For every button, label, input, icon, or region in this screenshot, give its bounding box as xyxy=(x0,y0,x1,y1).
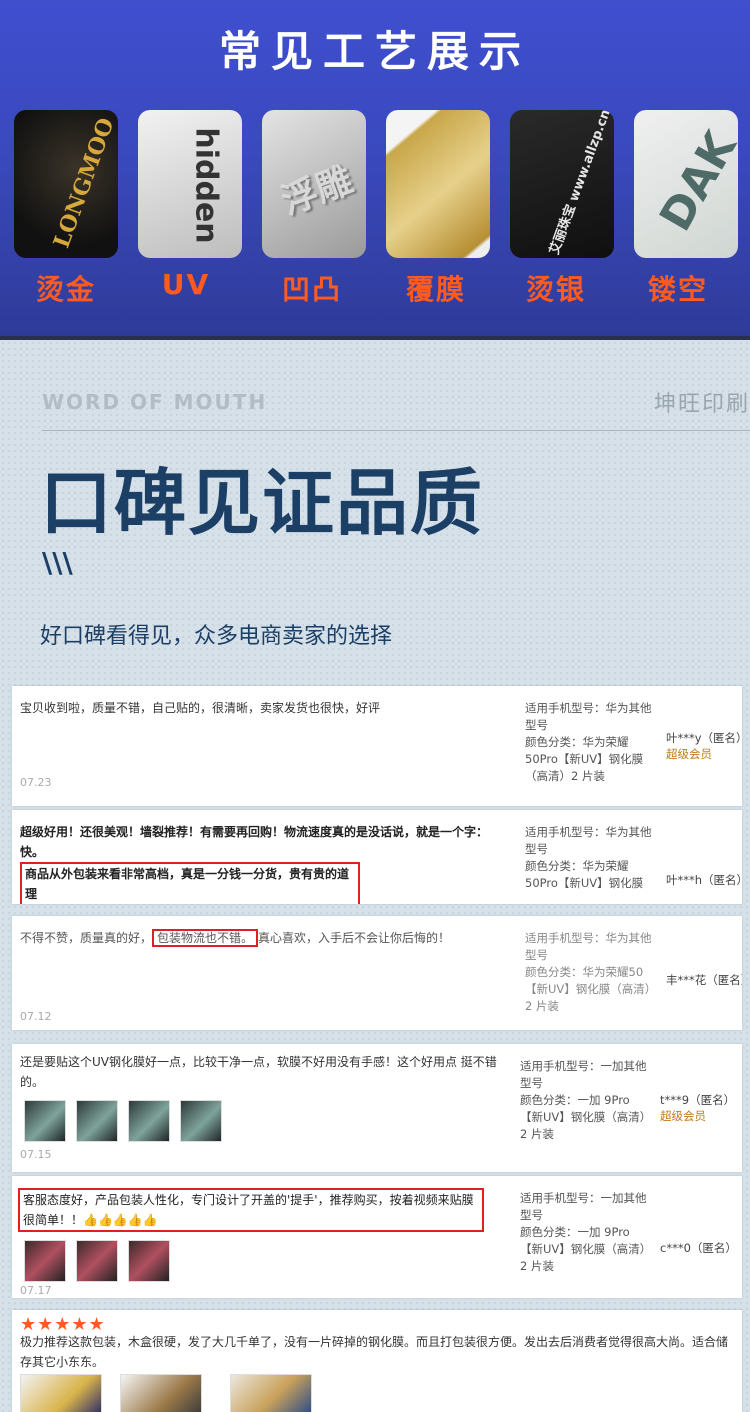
review-text: 极力推荐这款包装，木盒很硬，发了大几千单了，没有一片碎掉的钢化膜。而且打包装很方… xyxy=(20,1335,729,1369)
review-photo[interactable] xyxy=(24,1240,66,1282)
review-text-line: 超级好用！还很美观！墙裂推荐！有需要再回购！物流速度真的是没话说，就是一个字：快… xyxy=(20,825,489,859)
divider xyxy=(42,430,750,431)
review-user: 丰***花（匿名） xyxy=(666,973,742,987)
review-photo[interactable] xyxy=(76,1240,118,1282)
review-date: 07.17 xyxy=(20,1284,52,1297)
banner-title: 常见工艺展示 xyxy=(218,27,531,76)
brand-name: 坤旺印刷 xyxy=(653,392,750,417)
review-card: 客服态度好，产品包装人性化，专门设计了开盖的'提手'，推荐购买，按着视频来贴膜很… xyxy=(12,1176,742,1298)
craft-label-silver: 烫银 xyxy=(525,273,586,306)
review-card: ★★★★★ 极力推荐这款包装，木盒很硬，发了大几千单了，没有一片碎掉的钢化膜。而… xyxy=(12,1310,742,1412)
review-spec: 适用手机型号：一加其他型号 颜色分类：一加 9Pro【新UV】钢化膜（高清）2 … xyxy=(520,1059,647,1141)
craft-image-gold: LONGMOO xyxy=(14,110,118,258)
craft-image-emboss: 浮雕 xyxy=(262,110,366,258)
review-text-part: 真心喜欢，入手后不会让你后悔的！ xyxy=(258,931,451,945)
review-photo[interactable] xyxy=(128,1240,170,1282)
section-heading: 口碑见证品质 xyxy=(40,461,485,545)
review-photo[interactable] xyxy=(128,1100,170,1142)
review-date: 07.23 xyxy=(20,776,52,789)
review-photo[interactable] xyxy=(120,1374,202,1412)
decorative-slashes: \\\ xyxy=(42,546,73,579)
review-user: t***9（匿名） xyxy=(660,1093,736,1107)
review-text: 不得不赞，质量真的好， 包装物流也不错。 真心喜欢，入手后不会让你后悔的！ xyxy=(20,928,500,948)
review-text: 还是要贴这个UV钢化膜好一点，比较干净一点，软膜不好用没有手感！这个好用点 挺不… xyxy=(20,1055,497,1089)
review-photo[interactable] xyxy=(180,1100,222,1142)
section-eyebrow: WORD OF MOUTH xyxy=(42,390,268,414)
vip-badge: 超级会员 xyxy=(660,1109,706,1123)
review-text: 宝贝收到啦，质量不错，自己贴的，很清晰，卖家发货也很快，好评 xyxy=(20,701,381,715)
craft-banner: 常见工艺展示 LONGMOO hidden 浮雕 艾丽珠宝 www.allzp.… xyxy=(0,0,750,340)
vip-badge: 超级会员 xyxy=(666,747,712,761)
review-user: 叶***h（匿名） xyxy=(666,873,742,887)
craft-label-emboss: 凹凸 xyxy=(281,273,342,306)
craft-image-laminate xyxy=(386,110,490,258)
craft-label-gold: 烫金 xyxy=(35,273,96,306)
review-text: 超级好用！还很美观！墙裂推荐！有需要再回购！物流速度真的是没话说，就是一个字：快… xyxy=(20,822,510,904)
review-photo[interactable] xyxy=(230,1374,312,1412)
review-spec: 适用手机型号：一加其他型号 颜色分类：一加 9Pro【新UV】钢化膜（高清）2 … xyxy=(520,1191,647,1273)
review-date: 07.12 xyxy=(20,1010,52,1023)
review-photo[interactable] xyxy=(24,1100,66,1142)
review-card: 超级好用！还很美观！墙裂推荐！有需要再回购！物流速度真的是没话说，就是一个字：快… xyxy=(12,810,742,904)
highlighted-text: 客服态度好，产品包装人性化，专门设计了开盖的'提手'，推荐购买，按着视频来贴膜很… xyxy=(18,1188,484,1232)
highlighted-text: 包装物流也不错。 xyxy=(152,929,259,947)
craft-image-uv: hidden xyxy=(138,110,242,258)
review-text-part: 不得不赞，质量真的好， xyxy=(20,931,153,945)
craft-label-uv: UV xyxy=(161,268,211,301)
review-spec: 适用手机型号：华为其他型号 颜色分类：华为荣耀50Pro【新UV】钢化膜（高清）… xyxy=(525,701,652,783)
review-card: 不得不赞，质量真的好， 包装物流也不错。 真心喜欢，入手后不会让你后悔的！ 07.1… xyxy=(12,916,742,1030)
review-user: 叶***y（匿名） xyxy=(666,731,742,745)
review-spec: 适用手机型号：华为其他型号 颜色分类：华为荣耀50Pro【新UV】钢化膜 xyxy=(525,825,652,890)
review-user: c***0（匿名） xyxy=(660,1241,737,1255)
review-date: 07.15 xyxy=(20,1148,52,1161)
review-photo[interactable] xyxy=(76,1100,118,1142)
review-card: 宝贝收到啦，质量不错，自己贴的，很清晰，卖家发货也很快，好评 07.23 适用手… xyxy=(12,686,742,806)
craft-image-hollow: DAK xyxy=(634,110,738,258)
section-subtitle: 好口碑看得见，众多电商卖家的选择 xyxy=(40,624,393,649)
craft-label-laminate: 覆膜 xyxy=(405,273,466,306)
craft-label-hollow: 镂空 xyxy=(647,273,708,306)
review-spec: 适用手机型号：华为其他型号 颜色分类：华为荣耀50【新UV】钢化膜（高清）2 片… xyxy=(525,931,652,1013)
craft-image-silver: 艾丽珠宝 www.allzp.cn xyxy=(510,110,614,258)
review-photo[interactable] xyxy=(20,1374,102,1412)
review-card: 还是要贴这个UV钢化膜好一点，比较干净一点，软膜不好用没有手感！这个好用点 挺不… xyxy=(12,1044,742,1172)
highlighted-text: 商品从外包装来看非常高档，真是一分钱一分货，贵有贵的道理 xyxy=(20,862,360,904)
